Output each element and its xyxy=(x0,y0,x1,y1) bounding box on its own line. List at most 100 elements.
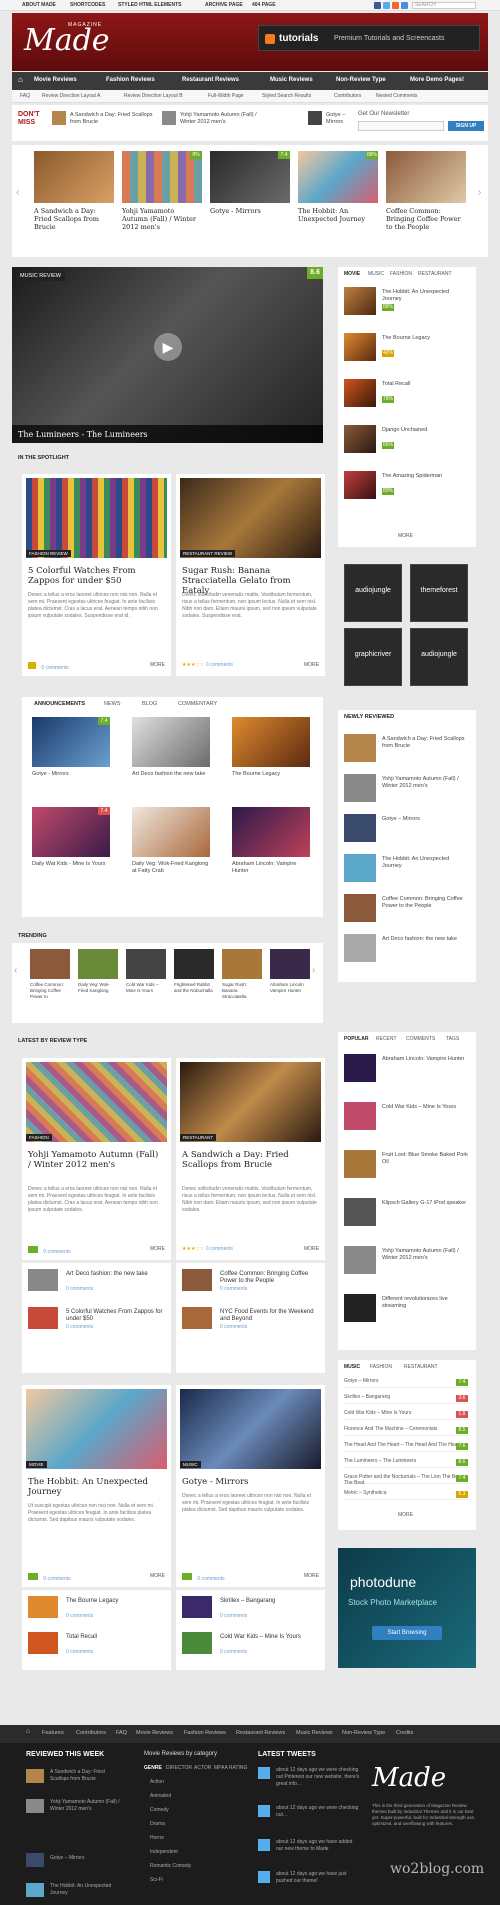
list-item[interactable]: Cold War Kids – Mine Is Yours xyxy=(344,1102,469,1140)
comments-link[interactable]: 0 comments xyxy=(66,1613,93,1619)
thumbnail[interactable] xyxy=(344,1198,376,1226)
list-item[interactable]: Coffee Common: Bringing Coffee Power to … xyxy=(344,894,469,932)
mini-title[interactable]: NYC Food Events for the Weekend and Beyo… xyxy=(220,1309,320,1323)
footer-link[interactable]: Restaurant Reviews xyxy=(236,1730,285,1736)
trending-title[interactable]: Abraham Lincoln Vampire Hunter xyxy=(270,982,310,994)
top-link-about[interactable]: ABOUT MADE xyxy=(22,2,56,8)
item-title[interactable]: The Head And The Heart – The Head And Th… xyxy=(344,1442,460,1448)
tab-actor[interactable]: ACTOR xyxy=(194,1765,211,1772)
item-title[interactable]: Cold War Kids – Mine Is Yours xyxy=(344,1410,411,1416)
footer-link[interactable]: Music Reviews xyxy=(296,1730,333,1736)
gallery-item[interactable]: Daily Veg: Wok-Fried Kanglong at Fatty C… xyxy=(132,807,210,875)
mini-item[interactable]: Cold War Kids – Mine Is Yours 0 comments xyxy=(182,1632,322,1662)
mini-item[interactable]: Skrillex – Bangarang 0 comments xyxy=(182,1596,322,1626)
gallery-title[interactable]: Abraham Lincoln: Vampire Hunter xyxy=(232,861,310,875)
item-title[interactable]: Fruit Loot: Blue Smoke Baked Pork Oil xyxy=(382,1152,469,1166)
rss-icon[interactable] xyxy=(392,2,399,9)
gallery-item[interactable]: The Bourne Legacy xyxy=(232,717,310,778)
item-title[interactable]: A Sandwich a Day: Fried Scallops from Br… xyxy=(382,736,469,750)
item-title[interactable]: Yohji Yamamoto Autumn (Fall) / Winter 20… xyxy=(382,1248,469,1262)
category-item[interactable]: Sci-Fi xyxy=(150,1877,163,1884)
comments-link[interactable]: 0 comments xyxy=(43,1576,70,1582)
thumbnail[interactable] xyxy=(28,1632,58,1654)
gallery-title[interactable]: Art Deco fashion the new take xyxy=(132,771,210,778)
tab-movie[interactable]: MOVIE xyxy=(344,271,360,277)
tab-fashion[interactable]: FASHION xyxy=(370,1364,392,1370)
dont-miss-item[interactable]: Gotye – Mirrors xyxy=(326,112,356,126)
mini-item[interactable]: Art Deco fashion: the new take 0 comments xyxy=(28,1269,168,1299)
nav-non-review[interactable]: Non-Review Type xyxy=(336,77,386,83)
card-image[interactable] xyxy=(26,1062,167,1142)
trending-title[interactable]: Frightened Rabbit and the Nobuchalla xyxy=(174,982,214,994)
thumbnail[interactable] xyxy=(344,814,376,842)
carousel-item[interactable]: 88% The Hobbit: An Unexpected Journey xyxy=(298,151,378,223)
more-link[interactable]: MORE xyxy=(304,1246,319,1252)
mini-item[interactable]: NYC Food Events for the Weekend and Beyo… xyxy=(182,1307,322,1337)
chevron-right-icon[interactable]: › xyxy=(478,187,481,198)
footer-item[interactable]: The Hobbit: An Unexpected Journey xyxy=(50,1883,120,1897)
tab-tags[interactable]: TAGS xyxy=(446,1036,459,1042)
gallery-item[interactable]: 7.4 Gotye - Mirrors xyxy=(32,717,110,778)
tweet-item[interactable]: about 12 days ago we were checking out… xyxy=(276,1805,360,1819)
mini-item[interactable]: Coffee Common: Bringing Coffee Power to … xyxy=(182,1269,322,1299)
list-item[interactable]: Klipsch Gallery G-17 iPod speaker xyxy=(344,1198,469,1236)
thumbnail[interactable] xyxy=(26,1883,44,1897)
dont-miss-item[interactable]: Yohji Yamamoto Autumn (Fall) / Winter 20… xyxy=(180,112,272,126)
more-link[interactable]: MORE xyxy=(398,1512,413,1518)
subnav-nested-comments[interactable]: Nested Comments xyxy=(376,93,417,99)
comments-link[interactable]: 0 comments xyxy=(220,1324,247,1330)
trending-image[interactable] xyxy=(222,949,262,979)
thumbnail[interactable] xyxy=(344,1102,376,1130)
mini-title[interactable]: Cold War Kids – Mine Is Yours xyxy=(220,1634,320,1641)
tab-music[interactable]: MUSIC xyxy=(368,271,384,277)
list-item[interactable]: Skrillex – Bangarang 3.6 xyxy=(344,1394,468,1404)
nav-more-demo[interactable]: More Demo Pages! xyxy=(410,77,464,83)
list-item[interactable]: Different revolutionizes live streaming xyxy=(344,1294,469,1332)
thumbnail[interactable] xyxy=(344,1054,376,1082)
card-title[interactable]: 5 Colorful Watches From Zappos for under… xyxy=(28,566,163,586)
thumbnail[interactable] xyxy=(344,425,376,453)
thumbnail[interactable] xyxy=(344,287,376,315)
footer-link[interactable]: Movie Reviews xyxy=(136,1730,173,1736)
trending-item[interactable]: Cold War Kids – Mine Is Yours xyxy=(126,949,166,994)
carousel-image[interactable] xyxy=(386,151,466,203)
trending-title[interactable]: Sugar Rush: Banana Stracciatella xyxy=(222,982,262,1000)
category-item[interactable]: Horror xyxy=(150,1835,164,1842)
tab-commentary[interactable]: COMMENTARY xyxy=(178,701,217,707)
gallery-title[interactable]: The Bourne Legacy xyxy=(232,771,310,778)
footer-item[interactable]: Gotye – Mirrors xyxy=(50,1855,120,1862)
more-link[interactable]: MORE xyxy=(150,662,165,668)
card-title[interactable]: Gotye - Mirrors xyxy=(182,1477,317,1487)
trending-item[interactable]: Coffee Common: Bringing Coffee Power to xyxy=(30,949,70,1000)
nav-movie-reviews[interactable]: Movie Reviews xyxy=(34,77,77,83)
home-icon[interactable]: ⌂ xyxy=(26,1728,30,1735)
list-item[interactable]: The Hobbit: An Unexpected Journey xyxy=(344,854,469,892)
top-link-shortcodes[interactable]: SHORTCODES xyxy=(70,2,105,8)
list-item[interactable]: Django Unchained 66% xyxy=(344,425,469,463)
trending-title[interactable]: Cold War Kids – Mine Is Yours xyxy=(126,982,166,994)
ad-banner[interactable]: audiojungle xyxy=(344,564,402,622)
item-title[interactable]: Klipsch Gallery G-17 iPod speaker xyxy=(382,1200,466,1207)
subnav-full-width[interactable]: Full-Width Page xyxy=(208,93,244,99)
header-banner-ad[interactable]: tutorials Premium Tutorials and Screenca… xyxy=(258,25,480,51)
item-title[interactable]: Gotye – Mirrors xyxy=(382,816,420,823)
list-item[interactable]: Yohji Yamamoto Autumn (Fall) / Winter 20… xyxy=(344,1246,469,1284)
thumbnail[interactable] xyxy=(344,379,376,407)
gallery-item[interactable]: Abraham Lincoln: Vampire Hunter xyxy=(232,807,310,875)
card-image[interactable] xyxy=(180,478,321,558)
tweet-item[interactable]: about 12 days ago we have added our new … xyxy=(276,1839,360,1853)
list-item[interactable]: Metric – Synthetica 6.3 xyxy=(344,1490,468,1500)
site-logo[interactable]: Made xyxy=(24,23,110,58)
top-link-404[interactable]: 404 PAGE xyxy=(252,2,276,8)
search-input[interactable]: SEARCH xyxy=(412,2,476,9)
tab-news[interactable]: NEWS xyxy=(104,701,121,707)
trending-image[interactable] xyxy=(78,949,118,979)
trending-title[interactable]: Daily Veg: Wok-Fried Kanglong xyxy=(78,982,118,994)
tab-mpaa[interactable]: MPAA RATING xyxy=(214,1765,247,1772)
thumbnail[interactable] xyxy=(344,333,376,361)
list-item[interactable]: The Hobbit: An Unexpected Journey 88% xyxy=(344,287,469,325)
home-icon[interactable]: ⌂ xyxy=(18,75,23,84)
card-image[interactable] xyxy=(26,478,167,558)
featured-caption[interactable]: The Lumineers - The Lumineers xyxy=(12,425,323,443)
gallery-title[interactable]: Daily Wat Kids - Mine Is Yours xyxy=(32,861,110,868)
